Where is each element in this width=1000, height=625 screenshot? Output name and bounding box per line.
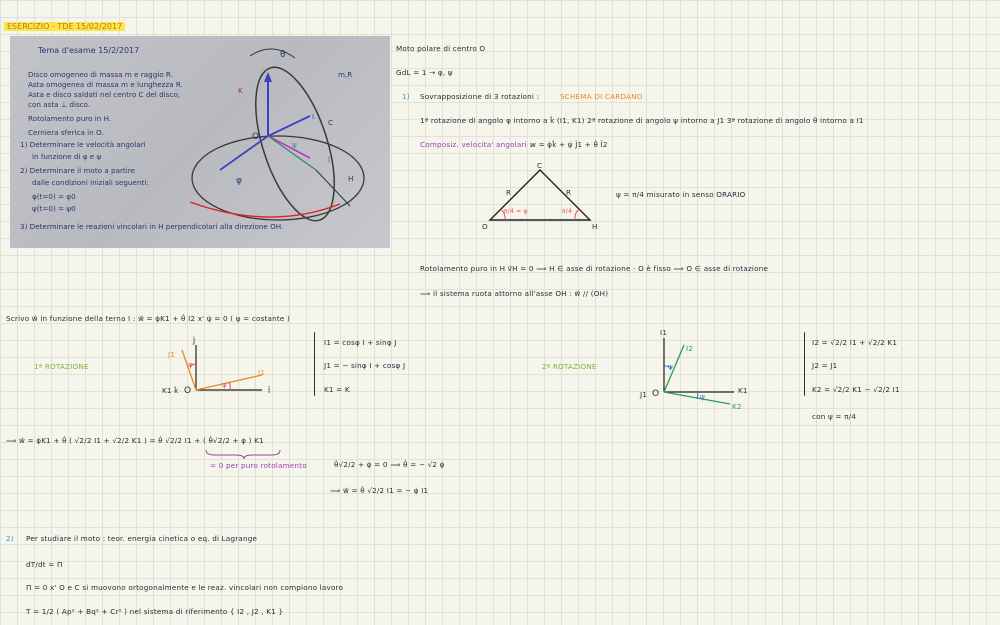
write-line: Scrivo w⃗ in funzione della terna I : w⃗… bbox=[6, 314, 291, 323]
zero-note: = 0 per puro rotolamento bbox=[210, 461, 307, 470]
line-gdl: GdL = 1 → φ, ψ bbox=[396, 68, 453, 77]
photo-label-psi: ψ bbox=[292, 140, 297, 149]
ax2-J1: J1 bbox=[640, 390, 648, 399]
rolling-line: Rotolamento puro in H v⃗H = 0 ⟹ H ∈ asse… bbox=[420, 264, 769, 273]
base-circle bbox=[191, 135, 365, 221]
tri-R2: R bbox=[566, 188, 572, 197]
ax1-phi-1: φ bbox=[188, 360, 193, 369]
photo-label-mR: m,R bbox=[338, 70, 353, 79]
result-1: ⟹ w⃗ = φ̇K1 + θ̇ ( √2/2 I1 + √2/2 K1 ) =… bbox=[6, 436, 264, 445]
rolling-line-2: ⟹ il sistema ruota attorno all'asse OH :… bbox=[420, 289, 609, 298]
page-title-text: ESERCIZIO - TDE 15/02/2017 bbox=[4, 22, 126, 31]
ax1-J1: J1 bbox=[168, 350, 176, 359]
pi-zero-line: Π = 0 x' O e C si muovono ortogonalmente… bbox=[26, 583, 344, 592]
photo-label-J: J bbox=[328, 154, 331, 163]
tri-C: C bbox=[537, 161, 543, 170]
ax1-K: K1 k̂ bbox=[162, 386, 179, 395]
page-title: ESERCIZIO - TDE 15/02/2017 bbox=[4, 14, 126, 33]
brace-2 bbox=[804, 332, 805, 396]
ax1-phi-2: φ bbox=[222, 380, 227, 389]
eq1-line-2: J1 = − sinφ I + cosφ J bbox=[324, 361, 406, 370]
ax2-psi-1: ψ bbox=[668, 362, 673, 371]
item1-number: 1) bbox=[402, 92, 410, 101]
axis2-I2 bbox=[663, 344, 685, 393]
brace-1 bbox=[314, 332, 315, 396]
axis2-K2 bbox=[663, 391, 731, 405]
psi-note: ψ = π/4 misurato in senso ORARIO bbox=[616, 190, 746, 199]
item2-text: Per studiare il moto : teor. energia cin… bbox=[26, 534, 258, 543]
eq1-line-3: K1 = K bbox=[324, 385, 350, 394]
photo-label-I: I bbox=[312, 112, 315, 121]
oc-axis bbox=[267, 115, 311, 137]
ax1-I1: I1 bbox=[258, 368, 266, 377]
line-moto-polare: Moto polare di centro O bbox=[396, 44, 486, 53]
phi-arc bbox=[189, 201, 341, 218]
item1-text: Sovrapposizione di 3 rotazioni : bbox=[420, 92, 540, 101]
ax2-psi-2: ψ bbox=[700, 392, 705, 401]
ax2-I2: I2 bbox=[686, 344, 694, 353]
ax1-O: O bbox=[184, 386, 192, 396]
composition-label: Composiz. velocita' angolari : bbox=[420, 140, 532, 149]
ax2-O: O bbox=[652, 389, 660, 399]
rotation-2-label: 2ª ROTAZIONE bbox=[542, 362, 597, 371]
i-axis bbox=[219, 135, 269, 171]
tri-angle-right: π/4 bbox=[562, 208, 573, 215]
ax2-K1: K1 bbox=[738, 386, 748, 395]
eq2-line-2: J2 = J1 bbox=[812, 361, 838, 370]
with-psi: con ψ = π/4 bbox=[812, 412, 857, 421]
eq2-line-1: I2 = √2/2 I1 + √2/2 K1 bbox=[812, 338, 898, 347]
eq1-line-1: I1 = cosφ I + sinφ J bbox=[324, 338, 397, 347]
exam-photo: Tema d'esame 15/2/2017 Disco omogeneo di… bbox=[10, 36, 390, 248]
photo-diagram bbox=[189, 48, 365, 222]
photo-label-phi: φ bbox=[236, 176, 242, 186]
composition-eq: w = φ̇k̂ + ψ̇ Ĵ1 + θ̇ Î2 bbox=[530, 140, 608, 149]
ax1-I: Î bbox=[268, 386, 271, 395]
ax1-J: Ĵ bbox=[193, 336, 196, 345]
ax2-I1: I1 bbox=[660, 328, 668, 337]
result-3: ⟹ w⃗ = θ̇ √2/2 I1 = − φ̇ I1 bbox=[330, 486, 429, 495]
result-2: θ̇√2/2 + φ̇ = 0 ⟹ θ̇ = − √2 φ̇ bbox=[334, 460, 445, 469]
rotation-1-label: 1ª ROTAZIONE bbox=[34, 362, 89, 371]
photo-label-K: K bbox=[238, 86, 243, 95]
tri-angle-left: π/4 = ψ bbox=[504, 208, 528, 215]
tri-R1: R bbox=[506, 188, 512, 197]
j-axis bbox=[267, 135, 311, 159]
axis-I1 bbox=[195, 374, 263, 391]
item2-number: 2) bbox=[6, 534, 14, 543]
dT-line: dT/dt = Π bbox=[26, 560, 63, 569]
rotations-line: 1ª rotazione di angolo φ intorno a k̂ (I… bbox=[420, 116, 864, 125]
tri-H: H bbox=[592, 222, 598, 231]
axis-J1 bbox=[181, 349, 197, 391]
eq2-line-3: K2 = √2/2 K1 − √2/2 I1 bbox=[812, 385, 900, 394]
photo-label-O: O bbox=[252, 132, 260, 142]
photo-label-C: C bbox=[328, 118, 334, 127]
photo-label-theta: θ bbox=[280, 50, 286, 60]
item1-schema: SCHEMA DI CARDANO bbox=[560, 92, 643, 101]
T-line: T = 1/2 ( Ap² + Bq² + Cr² ) nel sistema … bbox=[26, 607, 284, 616]
tri-O: O bbox=[482, 222, 488, 231]
photo-label-H: H bbox=[348, 174, 354, 183]
ax2-K2: K2 bbox=[732, 402, 742, 411]
